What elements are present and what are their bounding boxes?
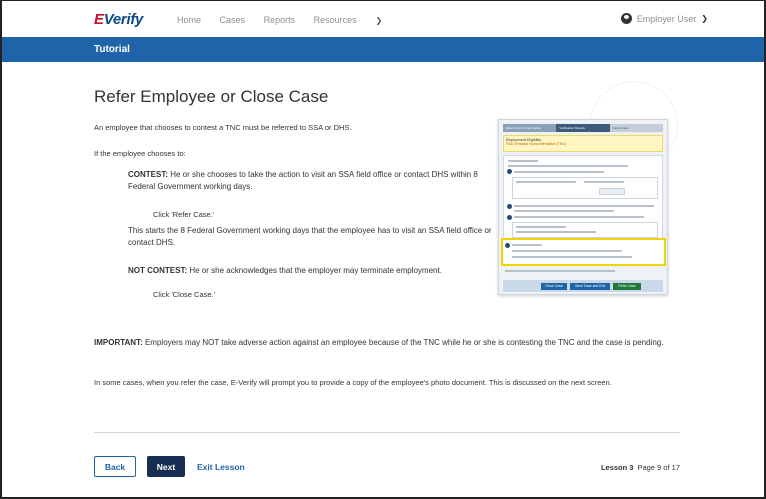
- logo-verify: Verify: [103, 11, 144, 28]
- tutorial-frame: EVerify Home Cases Reports Resources ❯ Em…: [0, 0, 766, 499]
- thumb-refer-case-button: Refer Case: [613, 283, 641, 290]
- progress-steps: Enter Form I-9 Information Verification …: [503, 124, 663, 132]
- nav-home[interactable]: Home: [177, 15, 201, 25]
- step-3: Close Case: [609, 124, 663, 132]
- chevron-down-icon: ❯: [701, 14, 708, 23]
- thumb-save-exit-button: Save Case and Exit: [570, 283, 610, 290]
- back-button[interactable]: Back: [94, 456, 136, 477]
- nav-links: Home Cases Reports Resources ❯: [177, 15, 414, 25]
- case-screenshot-thumbnail: Enter Form I-9 Information Verification …: [498, 119, 668, 295]
- eligibility-header: Employment Eligibility: SSA Tentative No…: [503, 135, 663, 152]
- click-refer-text: Click 'Refer Case.': [153, 210, 215, 219]
- page-title: Refer Employee or Close Case: [94, 87, 329, 106]
- eligibility-value: SSA Tentative Nonconfirmation (TNC): [506, 142, 567, 146]
- intro-text: An employee that chooses to contest a TN…: [94, 123, 352, 132]
- footer-divider: [94, 432, 680, 433]
- nav-resources-label: Resources: [313, 15, 357, 25]
- logo-e: E: [94, 11, 104, 28]
- exit-lesson-link[interactable]: Exit Lesson: [197, 462, 245, 472]
- chevron-down-icon: ❯: [375, 16, 383, 25]
- user-icon: [620, 13, 632, 24]
- nav-reports[interactable]: Reports: [264, 15, 296, 25]
- photo-document-text: In some cases, when you refer the case, …: [94, 378, 612, 387]
- banner-title: Tutorial: [94, 44, 130, 55]
- important-paragraph: IMPORTANT: Employers may NOT take advers…: [94, 337, 684, 349]
- nav-cases[interactable]: Cases: [220, 15, 246, 25]
- if-chooses-text: If the employee chooses to:: [94, 149, 186, 158]
- page-indicator: Page 9 of 17: [637, 463, 680, 472]
- tutorial-banner: Tutorial: [2, 37, 764, 62]
- important-label: IMPORTANT:: [94, 338, 143, 347]
- thumb-close-case-button: Close Case: [541, 283, 567, 290]
- lesson-indicator: Lesson 3 Page 9 of 17: [601, 463, 680, 472]
- next-button[interactable]: Next: [147, 456, 185, 477]
- click-close-text: Click 'Close Case.': [153, 290, 216, 299]
- highlighted-region: [501, 238, 666, 266]
- starts-text: This starts the 8 Federal Government wor…: [128, 226, 492, 247]
- step-2: Verification Results: [556, 124, 610, 132]
- user-menu[interactable]: Employer User ❯: [620, 13, 708, 24]
- important-text: Employers may NOT take adverse action ag…: [144, 338, 664, 347]
- contest-text: He or she chooses to take the action to …: [128, 170, 478, 191]
- contest-paragraph: CONTEST: He or she chooses to take the a…: [128, 169, 488, 192]
- lesson-label: Lesson 3: [600, 463, 634, 472]
- step-1: Enter Form I-9 Information: [503, 124, 557, 132]
- not-contest-label: NOT CONTEST:: [128, 266, 188, 275]
- nav-resources[interactable]: Resources ❯: [314, 15, 399, 25]
- everify-logo[interactable]: EVerify: [94, 11, 143, 28]
- contest-label: CONTEST:: [128, 170, 168, 179]
- not-contest-paragraph: NOT CONTEST: He or she acknowledges that…: [128, 265, 498, 277]
- top-navigation: EVerify Home Cases Reports Resources ❯ Em…: [2, 1, 764, 38]
- not-contest-text: He or she acknowledges that the employer…: [189, 266, 442, 275]
- user-label: Employer User: [636, 13, 697, 24]
